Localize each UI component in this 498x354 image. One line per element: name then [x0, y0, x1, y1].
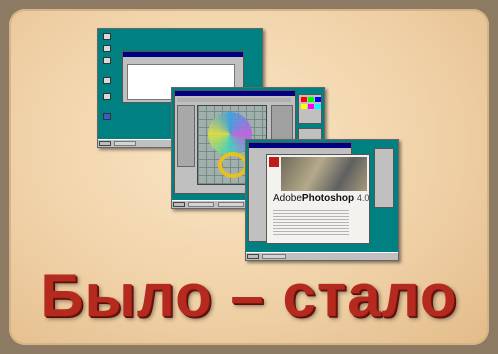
internet-icon	[103, 113, 111, 120]
tool-palette	[177, 105, 195, 167]
taskbar-item	[218, 202, 244, 207]
taskbar-item	[188, 202, 214, 207]
product-title: AdobePhotoshop 4.0	[273, 193, 369, 204]
product-version: 4.0	[356, 193, 370, 203]
start-icon	[247, 254, 259, 259]
content-panel: AdobePhotoshop 4.0 Было – стало	[9, 9, 489, 345]
network-icon	[103, 45, 111, 52]
page-title: Было – стало	[40, 262, 458, 329]
start-icon	[99, 141, 111, 146]
editor-titlebar	[175, 91, 295, 96]
briefcase-icon	[103, 93, 111, 100]
photoshop-titlebar	[249, 143, 351, 148]
color-swatch	[315, 104, 321, 109]
taskbar-3	[246, 252, 398, 260]
ring-graphic	[218, 152, 248, 178]
color-swatch	[301, 97, 307, 102]
color-palette	[298, 94, 322, 124]
my-computer-icon	[103, 33, 111, 40]
screenshot-photoshop: AdobePhotoshop 4.0	[245, 139, 399, 261]
splash-fineprint	[273, 209, 349, 235]
taskbar-item	[262, 254, 286, 259]
palette-window	[374, 148, 394, 208]
taskbar-item	[114, 141, 136, 146]
editor-toolbar	[177, 98, 291, 102]
inbox-icon	[103, 57, 111, 64]
splash-image	[281, 157, 367, 191]
product-prefix: Adobe	[273, 193, 302, 204]
start-icon	[173, 202, 185, 207]
product-name: Photoshop	[301, 193, 355, 204]
color-swatch	[315, 97, 321, 102]
color-swatch	[301, 104, 307, 109]
outer-frame: AdobePhotoshop 4.0 Было – стало	[0, 0, 498, 354]
explorer-titlebar	[123, 52, 243, 57]
recycle-bin-icon	[103, 77, 111, 84]
color-swatch	[308, 97, 314, 102]
adobe-logo	[269, 157, 279, 167]
color-swatch	[308, 104, 314, 109]
splash-screen: AdobePhotoshop 4.0	[266, 154, 370, 244]
